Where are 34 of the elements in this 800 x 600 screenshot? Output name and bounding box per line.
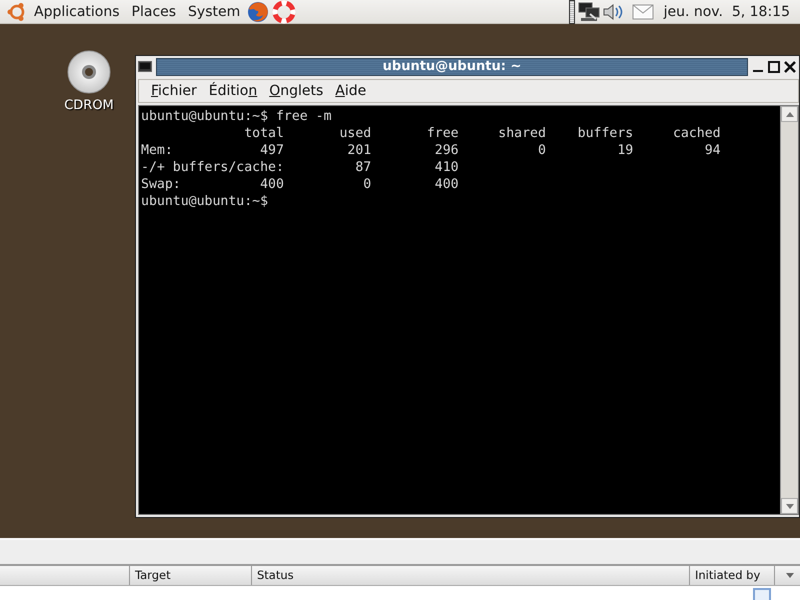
envelope-icon[interactable]	[632, 4, 654, 20]
clock[interactable]: jeu. nov. 5, 18:15	[654, 4, 796, 20]
menu-item[interactable]: Édition	[202, 83, 264, 99]
terminal-icon[interactable]	[138, 61, 152, 73]
globe-icon[interactable]	[246, 0, 270, 24]
column-header[interactable]: Initiated by	[690, 566, 775, 585]
panel-menu[interactable]: System	[182, 4, 246, 20]
speaker-icon[interactable]	[602, 2, 624, 22]
terminal-line: -/+ buffers/cache: 87 410	[141, 159, 460, 176]
menu-item[interactable]: Fichier	[145, 83, 203, 99]
scroll-down-button[interactable]	[781, 498, 798, 514]
close-button[interactable]	[784, 61, 796, 73]
menu-item[interactable]: Onglets	[263, 83, 330, 99]
icon-label: CDROM	[64, 98, 114, 113]
scroll-up-button[interactable]	[781, 106, 798, 122]
window-title: ubuntu@ubuntu: ~	[156, 58, 748, 76]
terminal-line: ubuntu@ubuntu:~$	[141, 193, 270, 210]
lifebuoy-icon[interactable]	[272, 0, 296, 24]
terminal-line: total used free shared buffers cached	[243, 125, 722, 142]
terminal-line: Mem: 497 201 296 0 19 94	[141, 142, 722, 159]
disc-icon[interactable]	[67, 50, 111, 94]
terminal-line: Swap: 400 0 400	[141, 176, 460, 193]
panel-menu[interactable]: Places	[126, 4, 182, 20]
network-icon[interactable]	[578, 0, 602, 22]
maximize-button[interactable]	[768, 61, 780, 73]
panel-handle[interactable]	[568, 0, 575, 24]
caret-icon	[786, 573, 794, 578]
panel-menu[interactable]: Applications	[28, 4, 126, 20]
down-arrow-icon	[786, 504, 794, 508]
up-arrow-icon	[786, 112, 794, 116]
column-header[interactable]: Target	[130, 566, 252, 585]
menu-item[interactable]: Aide	[329, 83, 372, 99]
column-header[interactable]: Status	[252, 566, 690, 585]
terminal-line: ubuntu@ubuntu:~$ free -m	[141, 108, 333, 125]
